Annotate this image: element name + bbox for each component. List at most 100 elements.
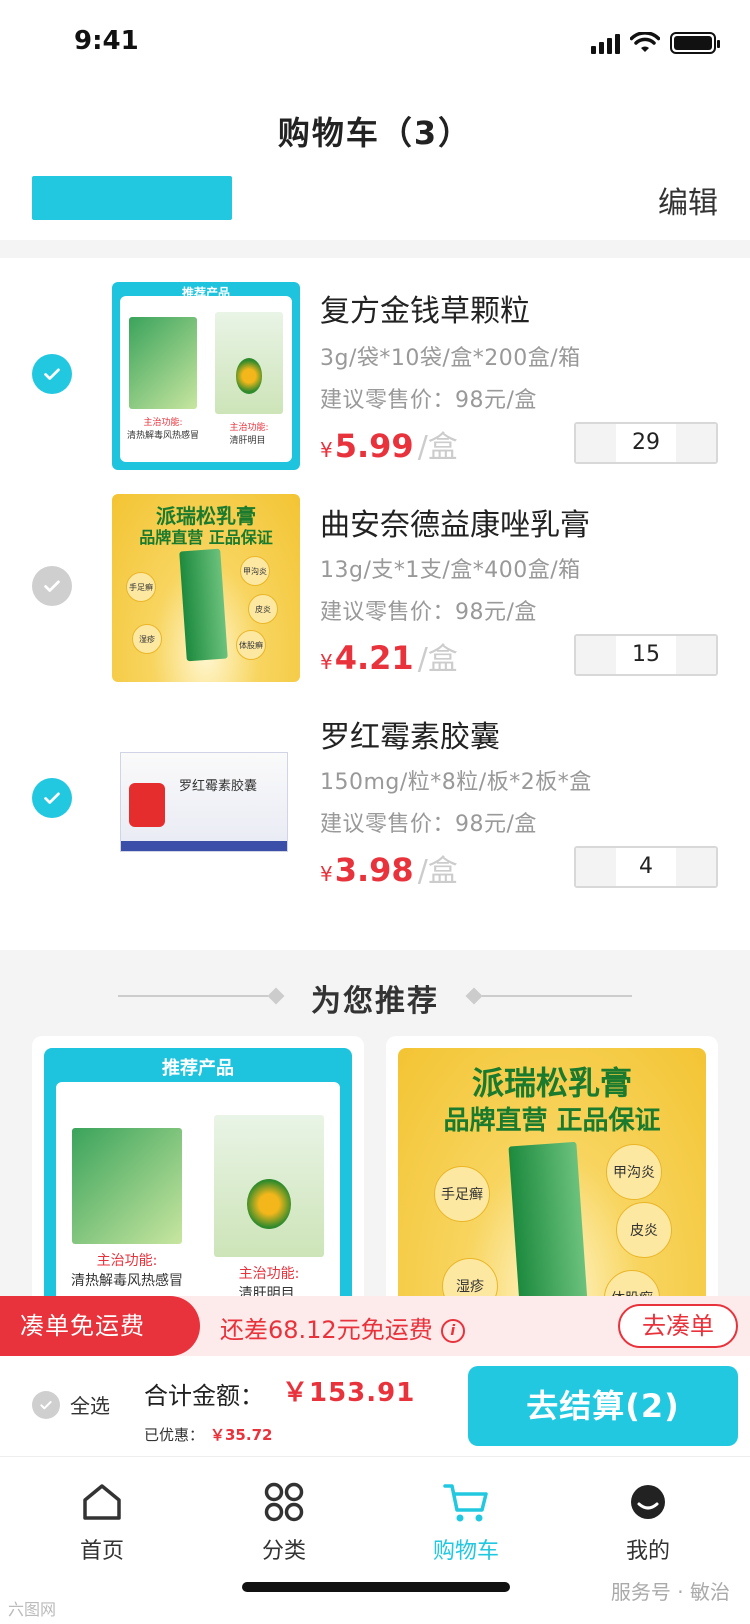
increase-button[interactable] xyxy=(676,636,716,674)
checkout-button[interactable]: 去结算(2) xyxy=(468,1366,738,1446)
product-retail-price: 建议零售价：98元/盒 xyxy=(320,600,537,625)
product-box-image xyxy=(213,1114,325,1258)
increase-button[interactable] xyxy=(676,424,716,462)
watermark: 服务号 · 敏治 xyxy=(610,1580,730,1604)
free-shipping-message: 还差68.12元免运费 i xyxy=(220,1310,465,1345)
profile-icon xyxy=(631,1485,665,1519)
checkmark-icon xyxy=(44,368,60,380)
capsule-box-image: 罗红霉素胶囊 xyxy=(120,752,288,852)
total-value: ￥153.91 xyxy=(282,1378,416,1408)
symptom-bubble: 手足癣 xyxy=(126,572,156,602)
cart-item: 罗红霉素胶囊 罗红霉素胶囊 150mg/粒*8粒/板*2板*盒 建议零售价：98… xyxy=(0,698,750,918)
symptom-bubble: 湿疹 xyxy=(132,624,162,654)
add-on-items-button[interactable]: 去凑单 xyxy=(618,1304,738,1348)
wifi-icon xyxy=(630,32,660,52)
quantity-value[interactable]: 29 xyxy=(616,424,676,462)
product-spec: 150mg/粒*8粒/板*2板*盒 xyxy=(320,770,592,795)
price-value: 4.21 xyxy=(334,639,414,677)
increase-button[interactable] xyxy=(676,848,716,886)
product-image[interactable]: 推荐产品 主治功能: 清热解毒风热感冒 主治功能: 清肝明目 xyxy=(112,282,300,470)
edit-button[interactable]: 编辑 xyxy=(658,178,718,222)
banner-line-2: 品牌直营 正品保证 xyxy=(139,528,273,547)
discount-value: ￥35.72 xyxy=(210,1426,273,1444)
battery-icon xyxy=(670,32,720,54)
recommend-card[interactable]: 派瑞松乳膏 品牌直营 正品保证 手足癣 甲沟炎 皮炎 湿疹 体股癣 xyxy=(386,1036,718,1336)
cart-list: 推荐产品 主治功能: 清热解毒风热感冒 主治功能: 清肝明目 复方金钱草颗粒 3g/… xyxy=(0,258,750,950)
ointment-tube-image xyxy=(179,548,229,662)
shipping-remaining-text: 还差68.12元免运费 xyxy=(220,1316,433,1344)
product-retail-price: 建议零售价：98元/盒 xyxy=(320,812,537,837)
checkbox-unchecked-icon xyxy=(32,1390,60,1419)
tab-profile[interactable]: 我的 xyxy=(588,1477,708,1565)
redacted-block xyxy=(32,176,232,220)
product-name[interactable]: 曲安奈德益康唑乳膏 xyxy=(320,500,590,544)
cart-icon xyxy=(443,1484,488,1522)
quantity-value[interactable]: 4 xyxy=(616,848,676,886)
info-icon[interactable]: i xyxy=(440,1319,465,1343)
checkmark-icon xyxy=(44,580,60,592)
product-name[interactable]: 复方金钱草颗粒 xyxy=(320,286,530,330)
category-icon xyxy=(264,1482,304,1522)
symptom-bubble: 皮炎 xyxy=(616,1202,672,1258)
quantity-value[interactable]: 15 xyxy=(616,636,676,674)
quantity-stepper: 15 xyxy=(574,634,718,676)
product-box-image xyxy=(215,311,283,415)
total-label: 合计金额： xyxy=(144,1382,264,1410)
tab-label: 分类 xyxy=(261,1539,306,1564)
divider xyxy=(482,995,632,997)
quantity-stepper: 29 xyxy=(574,422,718,464)
currency-symbol: ¥ xyxy=(320,862,333,886)
status-bar: 9:41 xyxy=(0,0,750,90)
quantity-stepper: 4 xyxy=(574,846,718,888)
product-spec: 13g/支*1支/盒*400盒/箱 xyxy=(320,558,581,583)
product-image: 派瑞松乳膏 品牌直营 正品保证 手足癣 甲沟炎 皮炎 湿疹 体股癣 xyxy=(398,1048,706,1336)
product-name[interactable]: 罗红霉素胶囊 xyxy=(320,712,500,756)
tab-cart[interactable]: 购物车 xyxy=(406,1477,526,1565)
caption-text: 清热解毒风热感冒 xyxy=(71,1273,183,1290)
tab-label: 购物车 xyxy=(432,1539,499,1564)
watermark-left: 六图网 xyxy=(8,1600,57,1619)
product-box-image xyxy=(129,316,197,410)
checkmark-icon xyxy=(44,792,60,804)
price-unit: /盒 xyxy=(417,854,458,889)
recommend-title: 为您推荐 xyxy=(311,984,439,1019)
product-image[interactable]: 派瑞松乳膏 品牌直营 正品保证 手足癣 甲沟炎 皮炎 湿疹 体股癣 xyxy=(112,494,300,682)
home-indicator xyxy=(242,1582,510,1592)
product-spec: 3g/袋*10袋/盒*200盒/箱 xyxy=(320,346,581,371)
decrease-button[interactable] xyxy=(576,848,616,886)
recommend-header: 为您推荐 xyxy=(0,968,750,1024)
cart-item: 推荐产品 主治功能: 清热解毒风热感冒 主治功能: 清肝明目 复方金钱草颗粒 3g/… xyxy=(0,258,750,478)
caption-title: 主治功能: xyxy=(229,423,269,434)
decrease-button[interactable] xyxy=(576,636,616,674)
cellular-signal-icon xyxy=(591,32,620,54)
symptom-bubble: 甲沟炎 xyxy=(240,556,270,586)
price-unit: /盒 xyxy=(417,642,458,677)
item-checkbox-unchecked[interactable] xyxy=(32,566,72,606)
price-unit: /盒 xyxy=(417,430,458,465)
product-price: ¥ 4.21 /盒 xyxy=(320,634,458,678)
product-price: ¥ 5.99 /盒 xyxy=(320,422,458,466)
item-checkbox-checked[interactable] xyxy=(32,354,72,394)
checkout-bar: 全选 合计金额： ￥153.91 已优惠： ￥35.72 去结算(2) xyxy=(0,1356,750,1456)
caption-title: 主治功能: xyxy=(96,1253,158,1270)
item-checkbox-checked[interactable] xyxy=(32,778,72,818)
currency-symbol: ¥ xyxy=(320,650,333,674)
select-all-label: 全选 xyxy=(70,1394,110,1418)
cart-item: 派瑞松乳膏 品牌直营 正品保证 手足癣 甲沟炎 皮炎 湿疹 体股癣 曲安奈德益康… xyxy=(0,478,750,698)
product-box-image xyxy=(71,1127,183,1245)
free-shipping-bar: 凑单免运费 还差68.12元免运费 i 去凑单 xyxy=(0,1296,750,1356)
select-all-checkbox[interactable]: 全选 xyxy=(32,1390,110,1419)
banner-line-1: 派瑞松乳膏 xyxy=(471,1064,632,1102)
symptom-bubble: 手足癣 xyxy=(434,1166,490,1222)
tab-label: 首页 xyxy=(79,1539,124,1564)
price-value: 5.99 xyxy=(334,427,414,465)
banner-line-2: 品牌直营 正品保证 xyxy=(443,1106,661,1136)
home-icon xyxy=(83,1484,121,1520)
tab-home[interactable]: 首页 xyxy=(42,1477,162,1565)
status-time: 9:41 xyxy=(74,26,139,56)
tab-category[interactable]: 分类 xyxy=(224,1477,344,1565)
discount-label: 已优惠： xyxy=(144,1426,205,1444)
decrease-button[interactable] xyxy=(576,424,616,462)
product-image[interactable]: 罗红霉素胶囊 xyxy=(112,704,300,892)
recommend-card[interactable]: 推荐产品 主治功能: 清热解毒风热感冒 主治功能: 清肝明目 xyxy=(32,1036,364,1336)
